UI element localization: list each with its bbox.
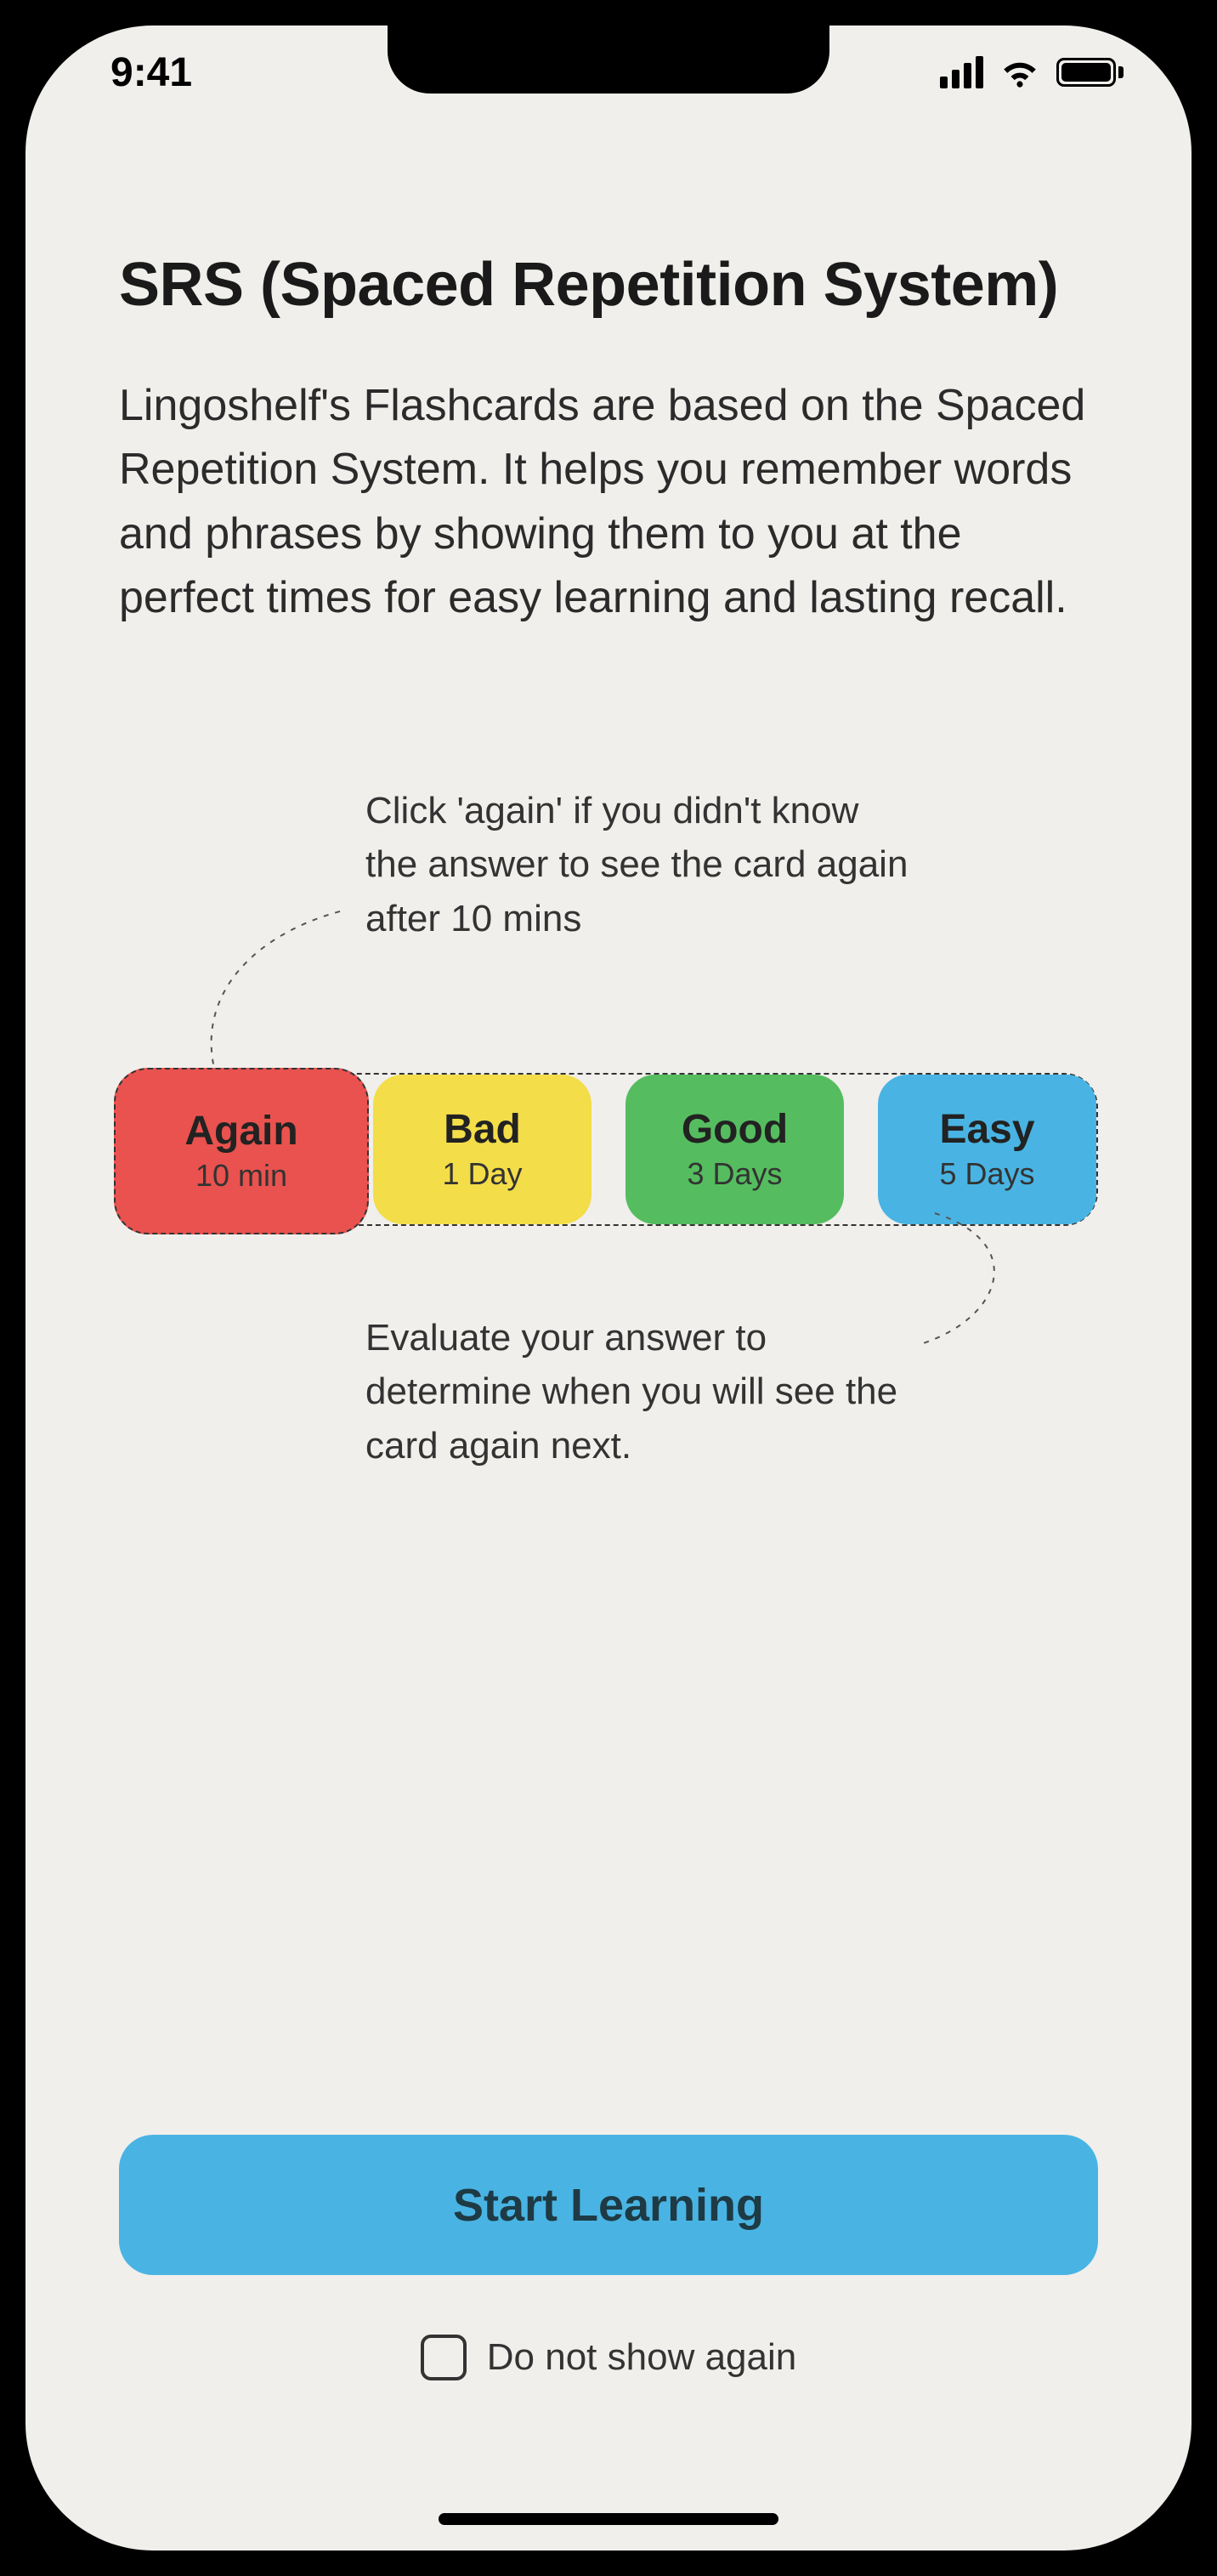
footer: Start Learning Do not show again: [119, 2135, 1098, 2380]
wifi-icon: [999, 56, 1041, 88]
srs-diagram: Click 'again' if you didn't know the ans…: [119, 784, 1098, 1549]
phone-frame: 9:41 SRS (Spaced Repetition System) Ling…: [0, 0, 1217, 2576]
cellular-icon: [940, 56, 983, 88]
rating-again-button[interactable]: Again 10 min: [114, 1068, 369, 1234]
rating-again-label: Again: [184, 1108, 297, 1155]
page-description: Lingoshelf's Flashcards are based on the…: [119, 374, 1098, 631]
start-learning-label: Start Learning: [453, 2179, 764, 2232]
rating-again-interval: 10 min: [195, 1158, 287, 1194]
notch: [388, 26, 829, 94]
do-not-show-checkbox[interactable]: [421, 2335, 467, 2380]
hint-again: Click 'again' if you didn't know the ans…: [365, 784, 909, 946]
rating-easy-button[interactable]: Easy 5 Days: [878, 1075, 1096, 1224]
start-learning-button[interactable]: Start Learning: [119, 2135, 1098, 2275]
rating-good-label: Good: [682, 1106, 788, 1153]
page-title: SRS (Spaced Repetition System): [119, 247, 1098, 323]
rating-good-button[interactable]: Good 3 Days: [625, 1075, 844, 1224]
rating-button-group: Again 10 min Bad 1 Day Good 3 Days: [119, 1073, 1098, 1226]
rating-easy-label: Easy: [939, 1106, 1034, 1153]
rating-bad-interval: 1 Day: [442, 1156, 522, 1192]
rating-bad-label: Bad: [444, 1106, 521, 1153]
do-not-show-label: Do not show again: [487, 2336, 796, 2379]
rating-good-interval: 3 Days: [687, 1156, 782, 1192]
status-time: 9:41: [110, 49, 192, 96]
screen: 9:41 SRS (Spaced Repetition System) Ling…: [25, 26, 1192, 2550]
home-indicator[interactable]: [439, 2513, 778, 2525]
hint-evaluate: Evaluate your answer to determine when y…: [365, 1311, 909, 1473]
battery-icon: [1056, 58, 1124, 87]
rating-easy-interval: 5 Days: [939, 1156, 1034, 1192]
rating-bad-button[interactable]: Bad 1 Day: [373, 1075, 592, 1224]
status-icons: [940, 56, 1124, 88]
do-not-show-row[interactable]: Do not show again: [119, 2335, 1098, 2380]
